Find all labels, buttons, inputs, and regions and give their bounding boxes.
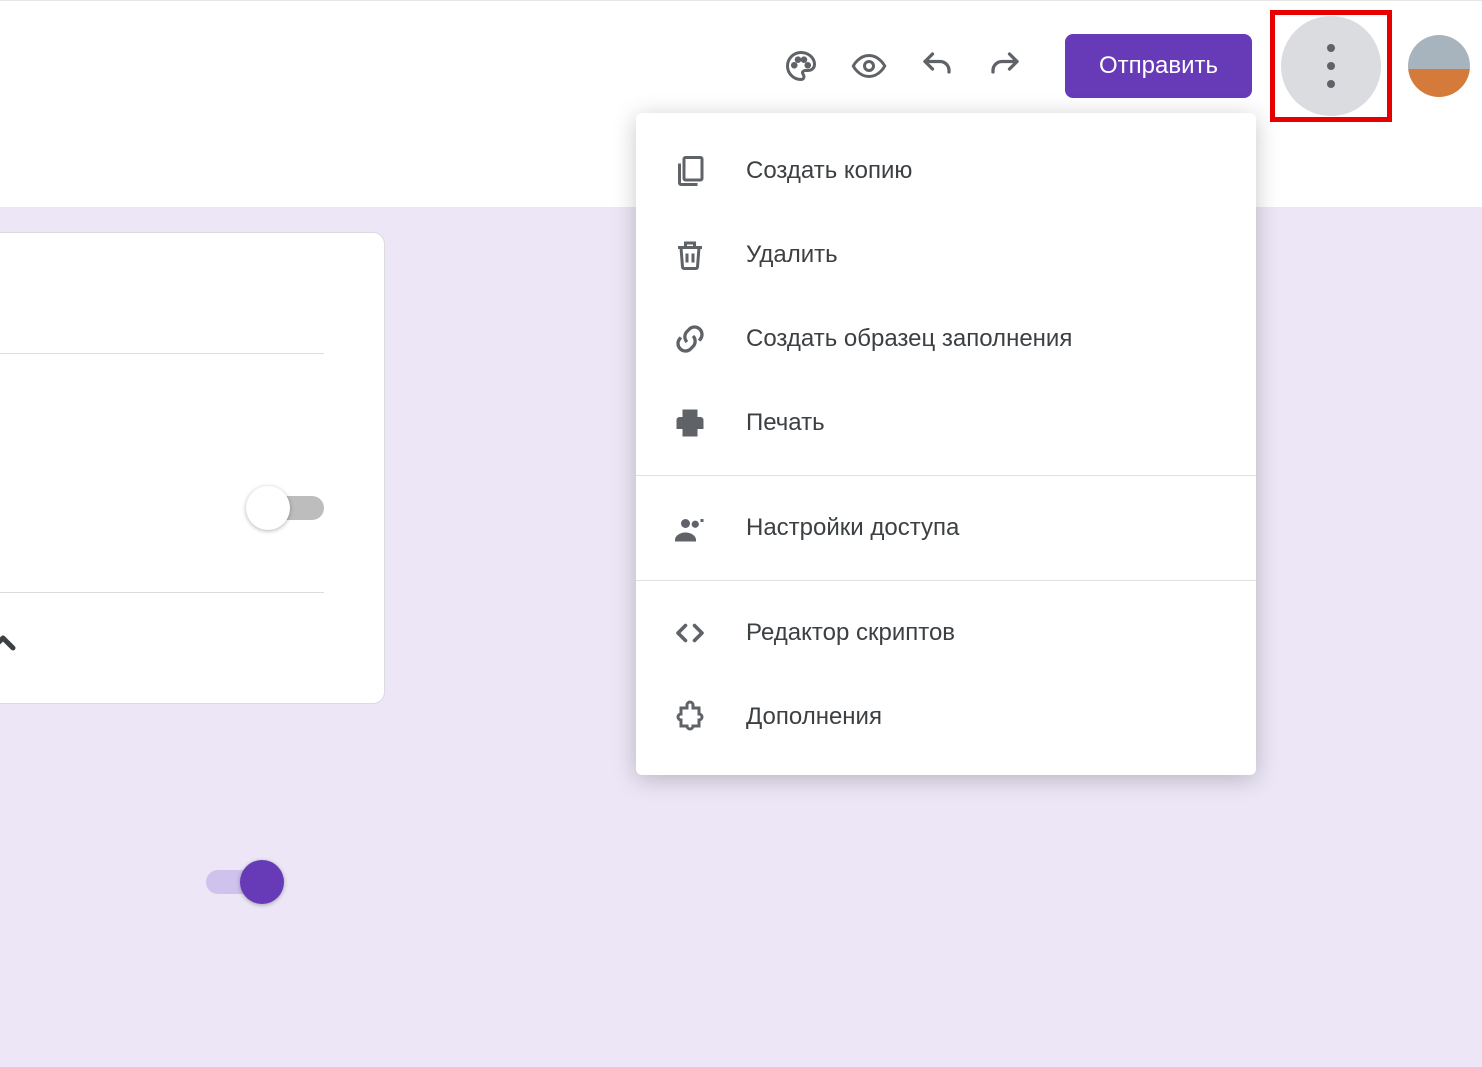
toggle-switch-on-wrapper bbox=[206, 870, 280, 894]
people-add-icon bbox=[670, 508, 710, 548]
menu-item-label: Дополнения bbox=[746, 703, 882, 731]
toggle-knob bbox=[246, 486, 290, 530]
code-icon bbox=[670, 613, 710, 653]
redo-icon bbox=[987, 48, 1023, 84]
menu-item-label: Настройки доступа bbox=[746, 514, 959, 542]
more-button-highlight bbox=[1270, 10, 1392, 122]
settings-row: равка bbox=[0, 464, 324, 552]
menu-item-delete[interactable]: Удалить bbox=[636, 213, 1256, 297]
send-button[interactable]: Отправить bbox=[1065, 34, 1252, 98]
trash-icon bbox=[670, 235, 710, 275]
menu-item-print[interactable]: Печать bbox=[636, 381, 1256, 465]
extension-icon bbox=[670, 697, 710, 737]
menu-item-addons[interactable]: Дополнения bbox=[636, 675, 1256, 759]
menu-item-sharing-settings[interactable]: Настройки доступа bbox=[636, 486, 1256, 570]
link-icon bbox=[670, 319, 710, 359]
undo-icon bbox=[919, 48, 955, 84]
menu-item-label: Удалить bbox=[746, 241, 838, 269]
preview-button[interactable] bbox=[841, 38, 897, 94]
menu-item-make-copy[interactable]: Создать копию bbox=[636, 129, 1256, 213]
toggle-switch-on[interactable] bbox=[206, 870, 280, 894]
print-icon bbox=[670, 403, 710, 443]
undo-button[interactable] bbox=[909, 38, 965, 94]
more-vertical-icon bbox=[1327, 39, 1335, 93]
settings-card: равка bbox=[0, 232, 385, 704]
menu-item-prefilled-link[interactable]: Создать образец заполнения bbox=[636, 297, 1256, 381]
account-avatar[interactable] bbox=[1408, 35, 1470, 97]
menu-item-script-editor[interactable]: Редактор скриптов bbox=[636, 591, 1256, 675]
top-toolbar: Отправить bbox=[0, 0, 1482, 130]
toggle-switch-off[interactable] bbox=[250, 496, 324, 520]
eye-icon bbox=[851, 48, 887, 84]
menu-item-label: Печать bbox=[746, 409, 825, 437]
more-options-menu: Создать копию Удалить Создать образец за… bbox=[636, 113, 1256, 775]
copy-icon bbox=[670, 151, 710, 191]
redo-button[interactable] bbox=[977, 38, 1033, 94]
menu-divider bbox=[636, 475, 1256, 476]
palette-icon bbox=[783, 48, 819, 84]
chevron-up-icon bbox=[0, 623, 23, 663]
more-options-button[interactable] bbox=[1281, 16, 1381, 116]
theme-palette-button[interactable] bbox=[773, 38, 829, 94]
menu-item-label: Редактор скриптов bbox=[746, 619, 955, 647]
toggle-knob bbox=[240, 860, 284, 904]
menu-item-label: Создать образец заполнения bbox=[746, 325, 1072, 353]
menu-item-label: Создать копию bbox=[746, 157, 912, 185]
collapse-section-button[interactable] bbox=[0, 593, 324, 663]
menu-divider bbox=[636, 580, 1256, 581]
